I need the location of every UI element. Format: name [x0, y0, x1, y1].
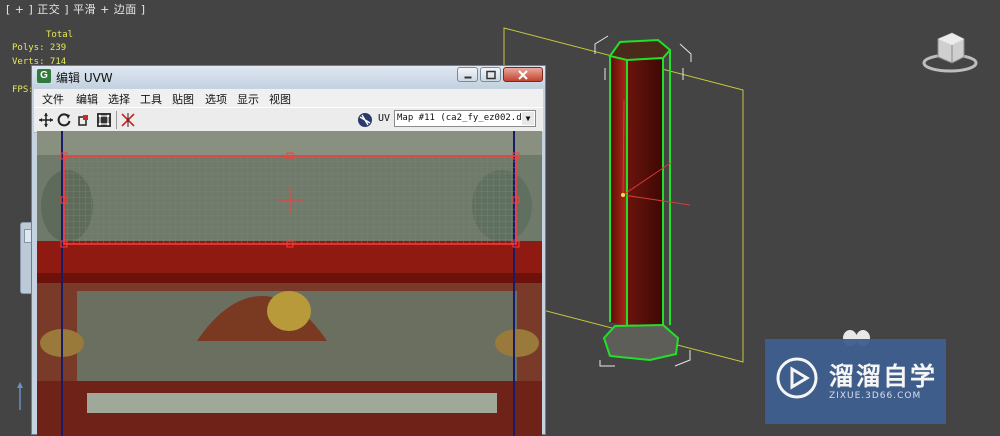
uv-texture-view[interactable] [37, 131, 542, 436]
menu-bar: 文件 编辑 选择 工具 贴图 选项 显示 视图 [34, 89, 543, 107]
maximize-icon [485, 70, 496, 79]
close-button[interactable] [503, 67, 543, 82]
uv-label: UV [378, 113, 391, 124]
gizmo-pivot [621, 193, 625, 197]
menu-item-select[interactable]: 选择 [108, 91, 130, 107]
menu-item-display[interactable]: 显示 [237, 91, 259, 107]
app-logo-icon: G [37, 69, 51, 83]
checker-texture-icon[interactable] [357, 112, 373, 128]
watermark-title: 溜溜自学 [829, 362, 938, 391]
play-logo-icon [776, 357, 818, 399]
minimize-icon [464, 76, 471, 78]
pillar-side [627, 58, 663, 326]
pillar-base [604, 325, 678, 360]
menu-item-mapping[interactable]: 贴图 [172, 91, 194, 107]
texture-map-value: Map #11 (ca2_fy_ez002.dd: [397, 113, 533, 123]
axis-tripod-icon [17, 382, 23, 410]
rotate-icon[interactable] [56, 112, 72, 128]
freeform-icon[interactable] [96, 112, 112, 128]
chevron-down-icon[interactable]: ▼ [522, 112, 534, 125]
watermark-badge: 溜溜自学 ZIXUE.3D66.COM [765, 339, 946, 424]
menu-item-view[interactable]: 视图 [269, 91, 291, 107]
viewport-label[interactable]: [ + ] 正交 ] 平滑 + 边面 ] [6, 1, 146, 17]
scale-icon[interactable] [76, 112, 92, 128]
uvw-editor-window[interactable]: G 编辑 UVW 文件 编辑 选择 工具 贴图 选项 显示 视图 UV Map … [31, 65, 546, 436]
viewcube-icon[interactable] [920, 25, 980, 77]
uvw-toolbar: UV Map #11 (ca2_fy_ez002.dd: ▼ [34, 107, 543, 133]
toolbar-separator [116, 111, 117, 129]
stats-total-label: Total [46, 30, 74, 40]
watermark-url: ZIXUE.3D66.COM [829, 391, 922, 401]
pillar-front [610, 56, 627, 326]
window-titlebar[interactable]: G 编辑 UVW [32, 66, 545, 88]
close-icon [518, 69, 528, 80]
maximize-button[interactable] [480, 67, 501, 82]
menu-item-edit[interactable]: 编辑 [76, 91, 98, 107]
stats-polys: Polys: 239 [12, 43, 67, 53]
menu-item-options[interactable]: 选项 [205, 91, 227, 107]
minimize-button[interactable] [457, 67, 478, 82]
move-icon[interactable] [38, 112, 54, 128]
uv-editor-canvas[interactable] [37, 131, 542, 436]
texture-map-select[interactable]: Map #11 (ca2_fy_ez002.dd: ▼ [394, 110, 536, 127]
menu-item-tools[interactable]: 工具 [140, 91, 162, 107]
window-title: 编辑 UVW [56, 71, 113, 85]
mirror-icon[interactable] [120, 112, 136, 128]
menu-item-file[interactable]: 文件 [42, 91, 64, 107]
